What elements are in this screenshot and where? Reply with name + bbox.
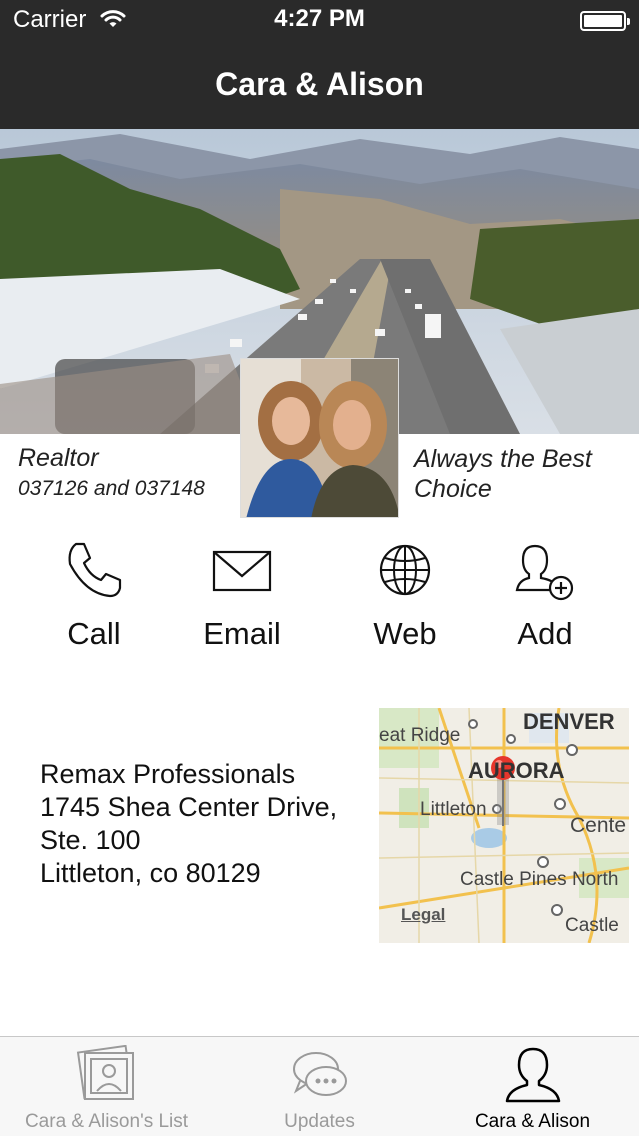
map-label-centennial: Cente [570,814,627,837]
add-contact-button[interactable]: Add [475,538,615,652]
list-photo-icon [76,1045,134,1100]
map-legal-link[interactable]: Legal [401,905,445,925]
web-button[interactable]: Web [335,538,475,652]
address-line: Littleton, co 80129 [40,858,261,888]
address-line: Remax Professionals [40,759,296,789]
call-button[interactable]: Call [24,538,164,652]
tab-profile[interactable]: Cara & Alison [426,1037,639,1137]
tagline: Always the Best Choice [414,445,592,503]
location-map[interactable]: DENVER eat Ridge AURORA Littleton Cente … [379,708,629,943]
map-label-littleton: Littleton [420,799,487,820]
tab-updates[interactable]: Updates [213,1037,426,1137]
address-line: 1745 Shea Center Drive, [40,792,338,822]
tab-updates-label: Updates [284,1111,355,1132]
page-title: Cara & Alison [215,66,424,102]
status-time: 4:27 PM [274,5,365,32]
email-button[interactable]: Email [172,538,312,652]
add-contact-icon [515,544,574,601]
office-address: Remax Professionals 1745 Shea Center Dri… [40,758,337,890]
web-label: Web [373,616,437,651]
person-icon [505,1047,560,1103]
map-label-denver: DENVER [523,709,615,734]
address-line: Ste. 100 [40,825,141,855]
add-label: Add [517,616,573,651]
profile-photo [240,358,399,518]
license-number: 037126 and 037148 [18,477,205,500]
battery-icon [580,11,630,31]
tab-profile-label: Cara & Alison [474,1111,591,1132]
envelope-icon [212,550,272,592]
map-label-castle: Castle [565,915,619,936]
call-label: Call [67,616,121,651]
email-label: Email [203,616,281,651]
globe-icon [379,544,431,596]
profile-role: Realtor [18,444,99,472]
map-label-wheat-ridge: eat Ridge [379,725,461,746]
map-label-aurora: AURORA [468,758,565,783]
tab-list[interactable]: Cara & Alison's List [0,1037,213,1137]
tab-list-label: Cara & Alison's List [24,1111,189,1132]
map-label-castle-pines: Castle Pines North [460,869,619,890]
phone-icon [68,542,122,598]
chat-bubble-icon [292,1052,347,1096]
tab-bar: Cara & Alison's List Updates Cara & Alis… [0,1036,639,1136]
